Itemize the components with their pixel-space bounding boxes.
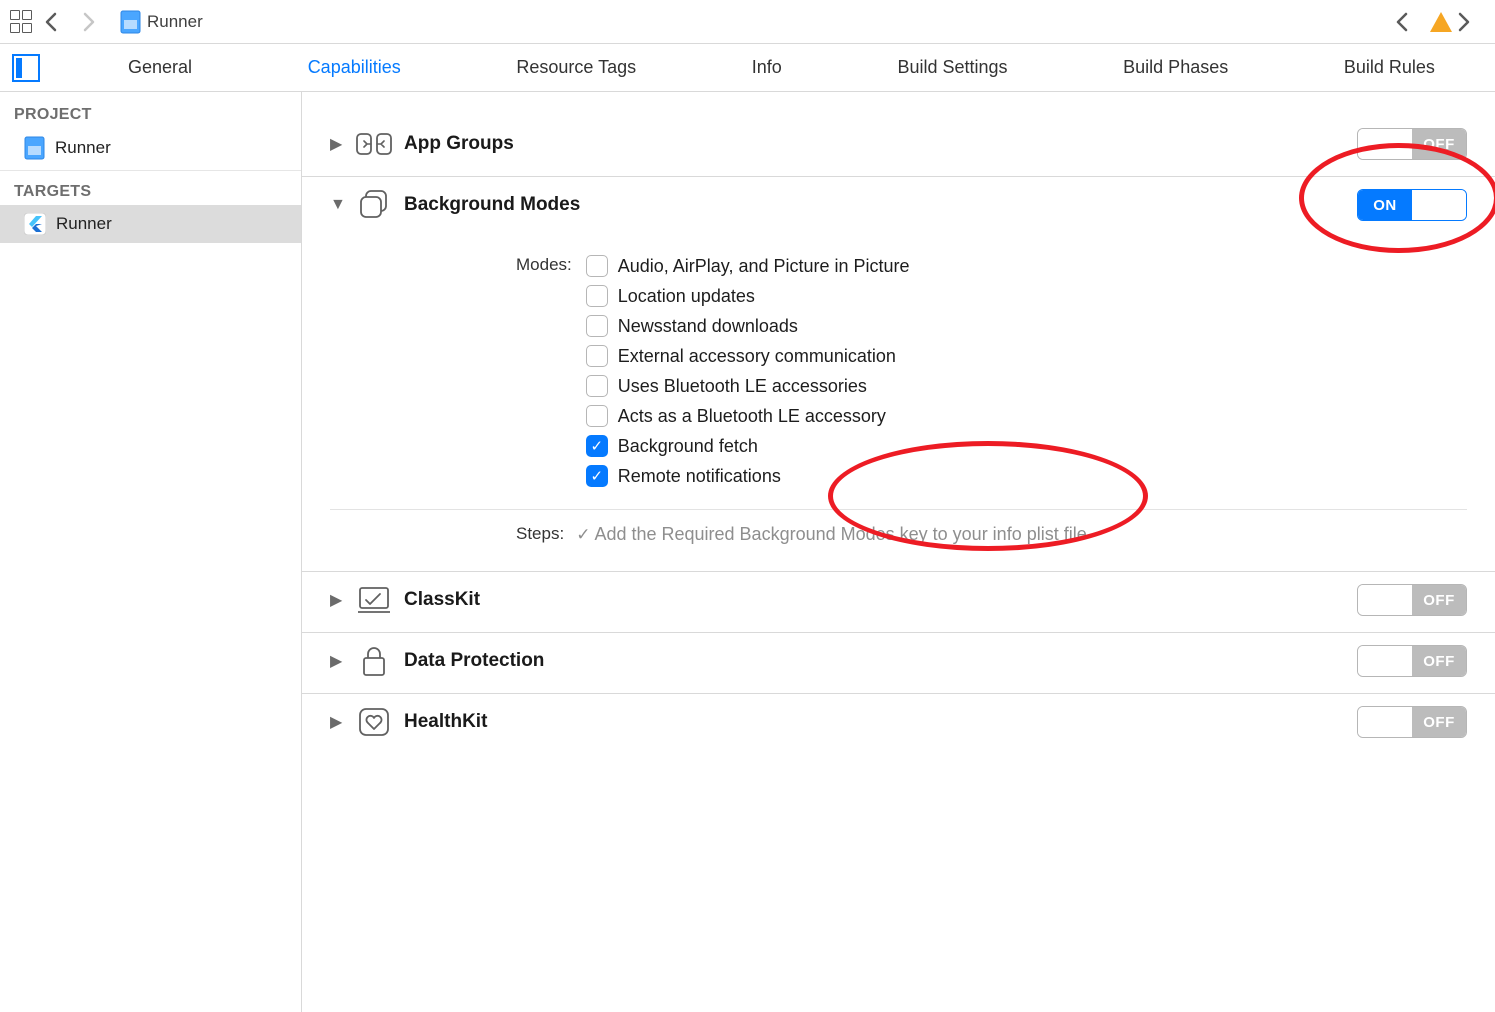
mode-label: Location updates: [618, 286, 755, 307]
capability-title: HealthKit: [404, 711, 487, 733]
tab-general[interactable]: General: [128, 57, 192, 78]
modes-label: Modes:: [516, 255, 572, 487]
mode-label: Remote notifications: [618, 466, 781, 487]
sidebar-target-item[interactable]: Runner: [0, 205, 301, 243]
capability-switch-background-modes[interactable]: ON: [1357, 189, 1467, 221]
mode-item: Location updates: [586, 285, 910, 307]
background-modes-expanded: Modes: Audio, AirPlay, and Picture in Pi…: [302, 255, 1495, 572]
mode-item: Uses Bluetooth LE accessories: [586, 375, 910, 397]
capability-row-data-protection: ▶ Data Protection OFF: [302, 633, 1495, 694]
tab-build-phases[interactable]: Build Phases: [1123, 57, 1228, 78]
tab-capabilities[interactable]: Capabilities: [308, 57, 401, 78]
checkmark-icon: ✓: [576, 525, 590, 544]
capability-row-healthkit: ▶ HealthKit OFF: [302, 694, 1495, 754]
mode-label: Acts as a Bluetooth LE accessory: [618, 406, 886, 427]
project-navigator-sidebar: PROJECT Runner TARGETS Runner: [0, 92, 302, 1012]
sidebar-target-label: Runner: [56, 214, 112, 234]
editor-tabs-bar: General Capabilities Resource Tags Info Buil…: [0, 44, 1495, 92]
tab-build-settings[interactable]: Build Settings: [897, 57, 1007, 78]
mode-label: Background fetch: [618, 436, 758, 457]
project-file-icon: [120, 10, 141, 34]
background-modes-icon: [356, 187, 392, 223]
mode-checkbox[interactable]: ✓: [586, 435, 608, 457]
lock-icon: [356, 643, 392, 679]
mode-checkbox[interactable]: [586, 315, 608, 337]
switch-off-label: OFF: [1412, 129, 1466, 159]
mode-checkbox[interactable]: [586, 345, 608, 367]
related-items-icon[interactable]: [8, 8, 36, 36]
sidebar-project-label: Runner: [55, 138, 111, 158]
capability-row-app-groups: ▶ App Groups OFF: [302, 116, 1495, 177]
mode-item: ✓ Remote notifications: [586, 465, 910, 487]
mode-item: Newsstand downloads: [586, 315, 910, 337]
capability-row-background-modes: ▼ Background Modes ON: [302, 177, 1495, 237]
mode-label: Newsstand downloads: [618, 316, 798, 337]
mode-label: External accessory communication: [618, 346, 896, 367]
capability-switch-data-protection[interactable]: OFF: [1357, 645, 1467, 677]
tab-build-rules[interactable]: Build Rules: [1344, 57, 1435, 78]
next-issue-button[interactable]: [1457, 12, 1487, 32]
project-file-icon: [24, 136, 45, 160]
switch-off-label: OFF: [1412, 646, 1466, 676]
capability-switch-classkit[interactable]: OFF: [1357, 584, 1467, 616]
switch-on-label: ON: [1358, 190, 1412, 220]
sidebar-targets-header: TARGETS: [0, 175, 301, 205]
toolbar: Runner: [0, 0, 1495, 44]
mode-label: Uses Bluetooth LE accessories: [618, 376, 867, 397]
steps-label: Steps:: [516, 524, 564, 545]
sidebar-project-item[interactable]: Runner: [0, 128, 301, 168]
switch-off-label: OFF: [1412, 707, 1466, 737]
breadcrumb[interactable]: Runner: [120, 10, 203, 34]
steps-text: ✓Add the Required Background Modes key t…: [576, 524, 1087, 545]
mode-checkbox[interactable]: [586, 405, 608, 427]
mode-item: Audio, AirPlay, and Picture in Picture: [586, 255, 910, 277]
mode-label: Audio, AirPlay, and Picture in Picture: [618, 256, 910, 277]
left-pane-toggle-icon[interactable]: [12, 54, 40, 82]
nav-back-button[interactable]: [44, 12, 74, 32]
mode-item: ✓ Background fetch: [586, 435, 910, 457]
capability-title: App Groups: [404, 133, 514, 155]
divider: [330, 509, 1467, 510]
capability-row-classkit: ▶ ClassKit OFF: [302, 572, 1495, 633]
disclosure-triangle-icon[interactable]: ▶: [330, 134, 344, 154]
capability-title: Data Protection: [404, 650, 544, 672]
tab-resource-tags[interactable]: Resource Tags: [516, 57, 636, 78]
prev-issue-button[interactable]: [1395, 12, 1425, 32]
capabilities-content: ▶ App Groups OFF ▼ Background Modes ON M…: [302, 92, 1495, 1012]
mode-checkbox[interactable]: [586, 285, 608, 307]
capability-switch-healthkit[interactable]: OFF: [1357, 706, 1467, 738]
mode-checkbox[interactable]: [586, 255, 608, 277]
switch-off-label: OFF: [1412, 585, 1466, 615]
disclosure-triangle-icon[interactable]: ▶: [330, 651, 344, 671]
breadcrumb-title: Runner: [147, 12, 203, 32]
capability-title: ClassKit: [404, 589, 480, 611]
mode-item: External accessory communication: [586, 345, 910, 367]
mode-checkbox[interactable]: ✓: [586, 465, 608, 487]
sidebar-project-header: PROJECT: [0, 98, 301, 128]
warning-icon[interactable]: [1429, 11, 1453, 33]
disclosure-triangle-icon[interactable]: ▶: [330, 712, 344, 732]
classkit-icon: [356, 582, 392, 618]
capability-title: Background Modes: [404, 194, 580, 216]
nav-forward-button[interactable]: [82, 12, 112, 32]
steps-description: Add the Required Background Modes key to…: [594, 524, 1086, 544]
healthkit-icon: [356, 704, 392, 740]
flutter-app-icon: [24, 213, 46, 235]
disclosure-triangle-icon[interactable]: ▶: [330, 590, 344, 610]
mode-checkbox[interactable]: [586, 375, 608, 397]
app-groups-icon: [356, 126, 392, 162]
mode-item: Acts as a Bluetooth LE accessory: [586, 405, 910, 427]
capability-switch-app-groups[interactable]: OFF: [1357, 128, 1467, 160]
disclosure-triangle-icon[interactable]: ▼: [330, 196, 344, 214]
tab-info[interactable]: Info: [752, 57, 782, 78]
